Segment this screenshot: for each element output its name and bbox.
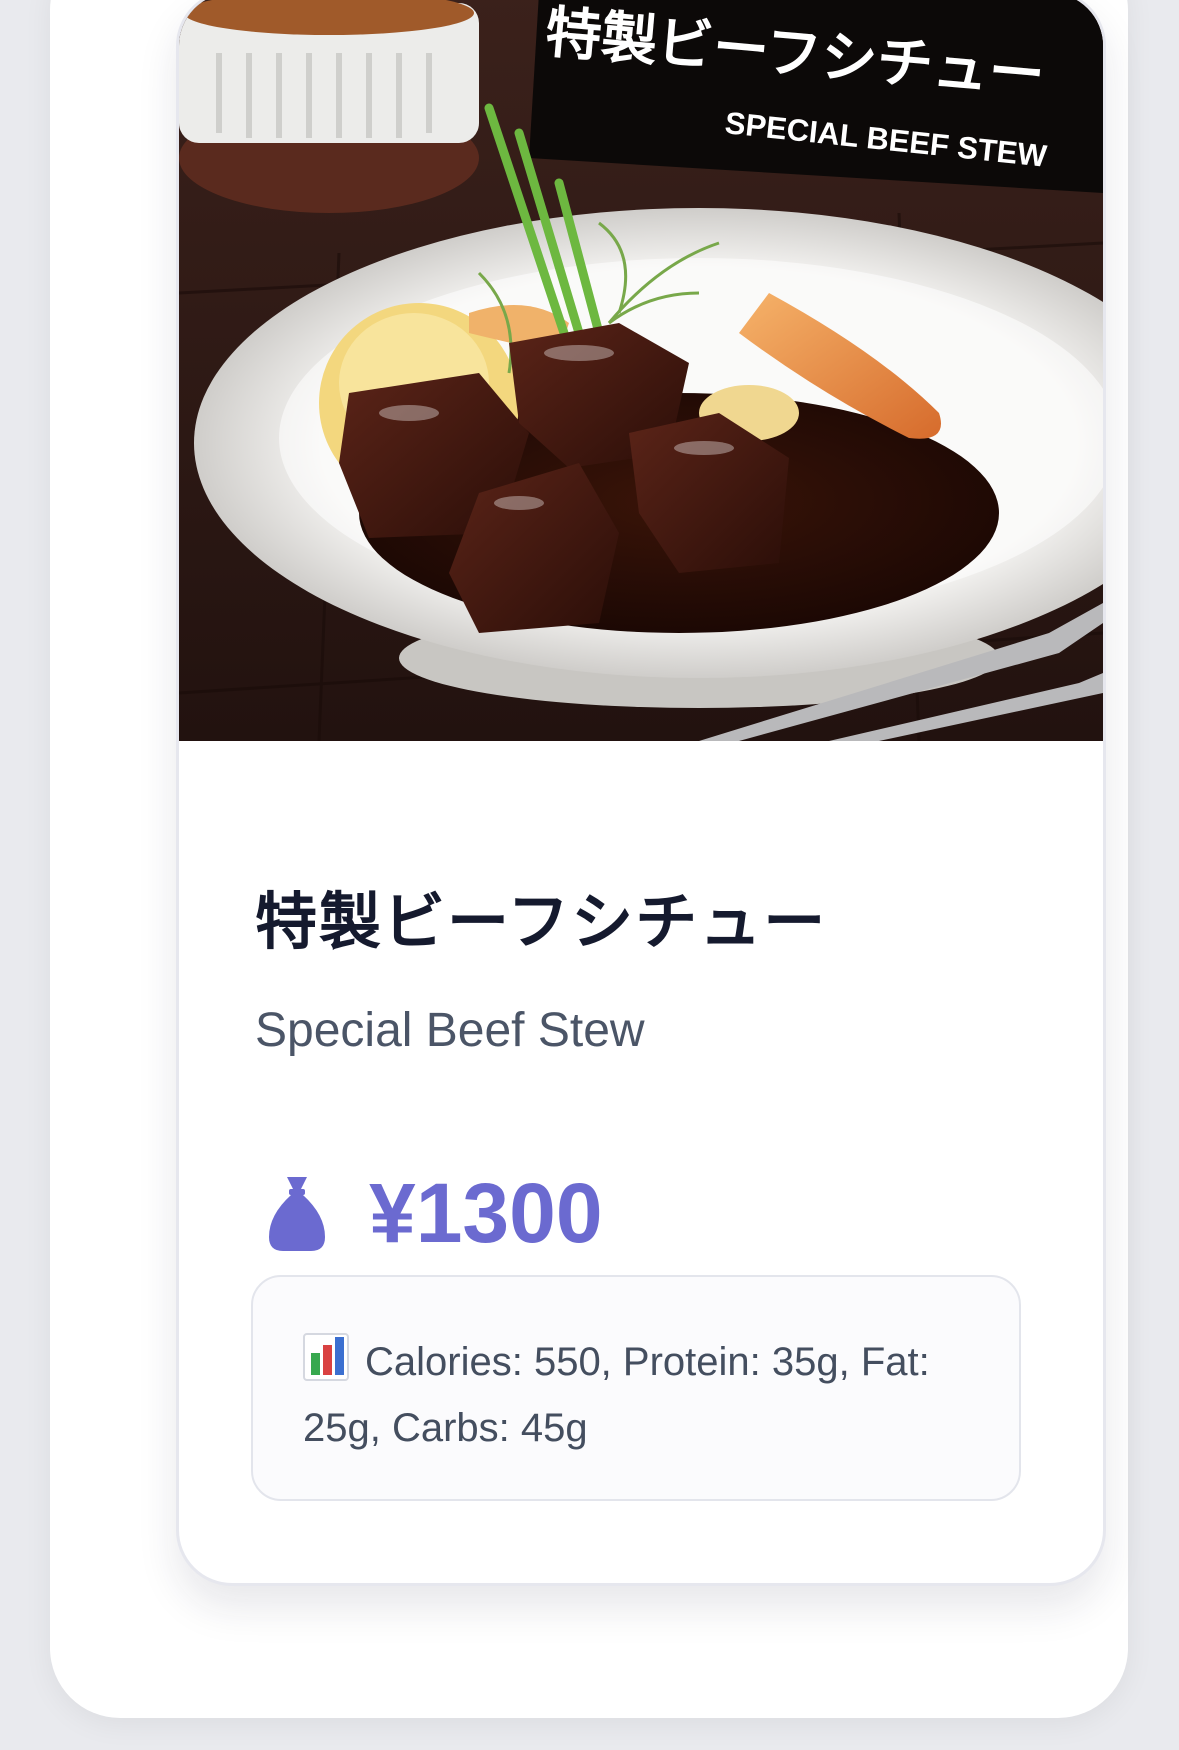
dish-photo: 特製ビーフシチュー SPECIAL BEEF STEW bbox=[179, 0, 1103, 741]
price: ¥1300 bbox=[369, 1165, 603, 1260]
nutrition-text: Calories: 550, Protein: 35g, Fat: 25g, C… bbox=[303, 1340, 930, 1450]
dish-title-jp: 特製ビーフシチュー bbox=[255, 885, 828, 958]
price-row: ¥1300 bbox=[265, 1163, 603, 1263]
menu-item-card[interactable]: 特製ビーフシチュー SPECIAL BEEF STEW 特製ビーフシチュー Sp… bbox=[176, 0, 1106, 1586]
bar-chart-icon bbox=[303, 1333, 349, 1381]
outer-container: 特製ビーフシチュー SPECIAL BEEF STEW 特製ビーフシチュー Sp… bbox=[50, 0, 1128, 1718]
dish-title-en: Special Beef Stew bbox=[255, 1004, 645, 1057]
nutrition-box: Calories: 550, Protein: 35g, Fat: 25g, C… bbox=[251, 1275, 1021, 1501]
beef-stew-photo: 特製ビーフシチュー SPECIAL BEEF STEW bbox=[179, 0, 1103, 741]
money-bag-icon bbox=[269, 1177, 325, 1251]
